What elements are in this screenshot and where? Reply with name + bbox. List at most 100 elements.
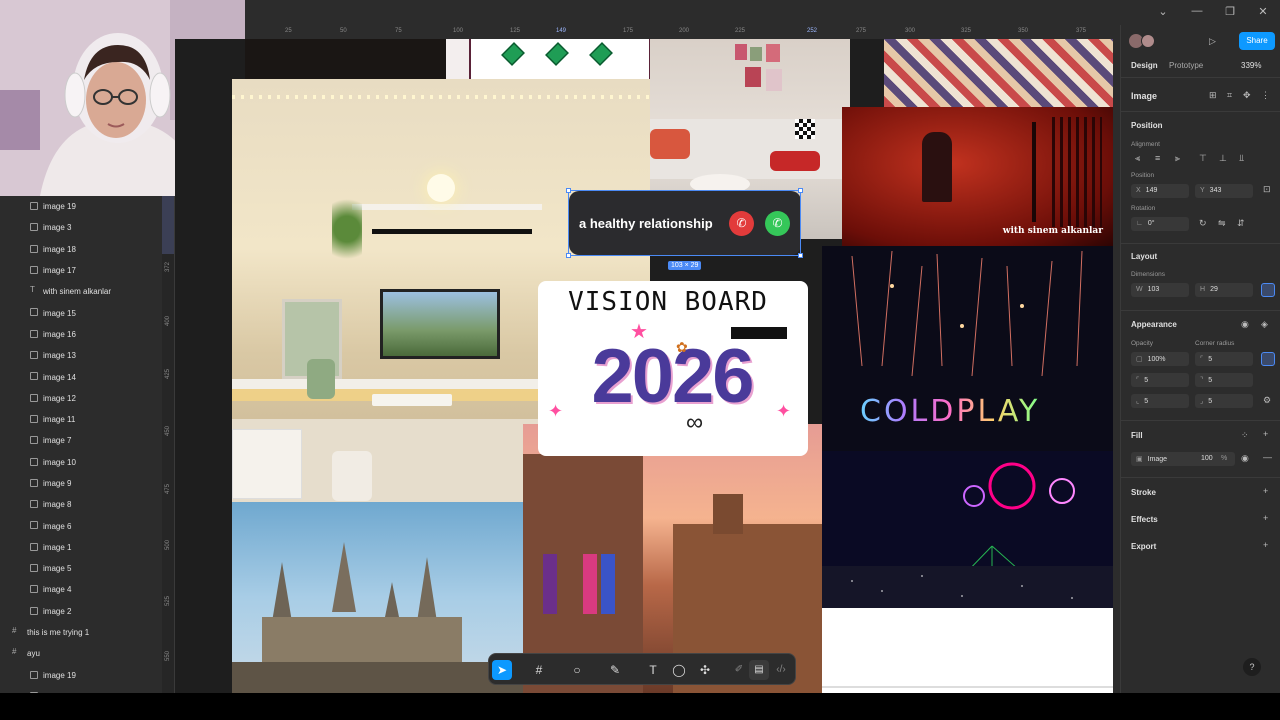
layer-item[interactable]: image 15 bbox=[0, 302, 174, 323]
styles-icon[interactable]: ⁘ bbox=[1241, 430, 1249, 441]
bow-sticker: ✦ bbox=[548, 401, 564, 421]
component-icon[interactable]: ✥ bbox=[1243, 90, 1251, 101]
align-top-icon[interactable]: ⊤ bbox=[1199, 153, 1207, 164]
layer-item[interactable]: image 19 bbox=[0, 665, 174, 686]
layer-item[interactable]: image 12 bbox=[0, 388, 174, 409]
move-tool-icon[interactable]: ➤ bbox=[492, 660, 512, 680]
width-field[interactable]: W 103 bbox=[1131, 283, 1189, 297]
corner-tr-field[interactable]: ⌝ 5 bbox=[1195, 373, 1253, 387]
align-bottom-icon[interactable]: ⫫ bbox=[1239, 153, 1244, 164]
selection-handle-tr[interactable] bbox=[798, 188, 803, 193]
pen-tool-icon[interactable]: ✎ bbox=[605, 660, 625, 680]
layer-item[interactable]: # this is me trying 1 bbox=[0, 622, 174, 643]
dev-mode-icon[interactable]: ‹/› bbox=[771, 660, 791, 680]
resources-tool-icon[interactable]: ✣ bbox=[695, 660, 715, 680]
align-center-icon[interactable]: ≡ bbox=[1155, 153, 1160, 163]
selection-handle-bl[interactable] bbox=[566, 253, 571, 258]
zoom-level[interactable]: 339% bbox=[1241, 61, 1261, 70]
draw-mode-icon[interactable]: ✐ bbox=[729, 660, 749, 680]
vision-board-card[interactable]: VISION BOARD 2026 ★ ✿ ∞ ✦ ✦ bbox=[538, 281, 808, 456]
grid-icon[interactable]: ⊞ bbox=[1209, 90, 1217, 101]
image-rug[interactable] bbox=[884, 39, 1113, 107]
share-button[interactable]: Share bbox=[1239, 32, 1275, 50]
corner-br-field[interactable]: ⌟ 5 bbox=[1195, 394, 1253, 408]
play-icon[interactable]: ▷ bbox=[1209, 36, 1216, 47]
minimize-icon[interactable]: — bbox=[1187, 5, 1207, 17]
blend-icon[interactable]: ◈ bbox=[1261, 319, 1268, 330]
align-right-icon[interactable]: ⫸ bbox=[1175, 153, 1180, 164]
eye-icon[interactable]: ◉ bbox=[1241, 319, 1249, 330]
layer-item[interactable]: image 19 bbox=[0, 196, 174, 217]
layer-item[interactable]: image 13 bbox=[0, 345, 174, 366]
selection-box[interactable] bbox=[568, 190, 801, 256]
selection-handle-tl[interactable] bbox=[566, 188, 571, 193]
rotation-field[interactable]: ∟ 0° bbox=[1131, 217, 1189, 231]
design-canvas[interactable]: LIVE STREAM with sinem alkanlar bbox=[175, 39, 1113, 693]
add-export-icon[interactable]: + bbox=[1263, 540, 1268, 550]
layer-item[interactable]: image 7 bbox=[0, 430, 174, 451]
add-effect-icon[interactable]: + bbox=[1263, 513, 1268, 523]
layer-item[interactable]: image 1 bbox=[0, 537, 174, 558]
comment-tool-icon[interactable]: ◯ bbox=[669, 660, 689, 680]
layer-item[interactable]: image 17 bbox=[0, 260, 174, 281]
layer-item[interactable]: image 5 bbox=[0, 558, 174, 579]
layer-item[interactable]: image 3 bbox=[0, 217, 174, 238]
layer-item[interactable]: image 8 bbox=[0, 494, 174, 515]
layer-item[interactable]: image 2 bbox=[0, 601, 174, 622]
layer-item[interactable]: image 14 bbox=[0, 366, 174, 387]
appearance-heading: Appearance bbox=[1131, 320, 1177, 329]
constraints-icon[interactable]: ⊡ bbox=[1263, 184, 1271, 195]
layer-item[interactable]: image 9 bbox=[0, 473, 174, 494]
x-field[interactable]: X 149 bbox=[1131, 184, 1189, 198]
add-stroke-icon[interactable]: + bbox=[1263, 486, 1268, 496]
rotate-icon[interactable]: ↻ bbox=[1199, 218, 1207, 229]
y-field[interactable]: Y 343 bbox=[1195, 184, 1253, 198]
layer-item[interactable]: image 11 bbox=[0, 409, 174, 430]
selection-handle-br[interactable] bbox=[798, 253, 803, 258]
align-left-icon[interactable]: ⫷ bbox=[1135, 153, 1140, 164]
image-coldplay[interactable]: COLDPLAY bbox=[822, 246, 1113, 608]
shape-tool-icon[interactable]: ○ bbox=[567, 660, 587, 680]
crop-icon[interactable]: ⌗ bbox=[1227, 90, 1232, 101]
layer-item[interactable]: image 6 bbox=[0, 515, 174, 536]
tab-design[interactable]: Design bbox=[1131, 61, 1158, 70]
image-concert[interactable]: with sinem alkanlar bbox=[842, 107, 1113, 248]
corner-bl-field[interactable]: ⌞ 5 bbox=[1131, 394, 1189, 408]
chevron-down-icon[interactable]: ⌄ bbox=[1153, 5, 1173, 18]
design-mode-icon[interactable]: ▤ bbox=[749, 660, 769, 680]
more-icon[interactable]: ⋮ bbox=[1261, 90, 1270, 101]
corner-radius-field[interactable]: ⌜ 5 bbox=[1195, 352, 1253, 366]
layer-item[interactable]: image 16 bbox=[0, 324, 174, 345]
layer-item[interactable]: image 18 bbox=[0, 239, 174, 260]
layer-item[interactable]: image 17 bbox=[0, 686, 174, 693]
frame-tool-icon[interactable]: # bbox=[529, 660, 549, 680]
fill-row[interactable]: ▣ Image 100% bbox=[1131, 452, 1235, 466]
help-button[interactable]: ? bbox=[1243, 658, 1261, 676]
layer-item[interactable]: # ayu bbox=[0, 643, 174, 664]
avatar-2[interactable] bbox=[1141, 34, 1155, 48]
fill-visibility-icon[interactable]: ◉ bbox=[1241, 453, 1249, 464]
height-field[interactable]: H 29 bbox=[1195, 283, 1253, 297]
opacity-field[interactable]: ▢ 100% bbox=[1131, 352, 1189, 366]
tab-prototype[interactable]: Prototype bbox=[1169, 61, 1203, 70]
independent-corners-button[interactable] bbox=[1261, 352, 1275, 366]
layer-item[interactable]: image 10 bbox=[0, 452, 174, 473]
constrain-proportions-button[interactable] bbox=[1261, 283, 1275, 297]
corner-tl-field[interactable]: ⌜ 5 bbox=[1131, 373, 1189, 387]
flip-horizontal-icon[interactable]: ⇋ bbox=[1218, 218, 1226, 229]
restore-icon[interactable]: ❐ bbox=[1220, 5, 1240, 18]
add-fill-icon[interactable]: + bbox=[1263, 429, 1268, 439]
image-castle[interactable] bbox=[232, 502, 523, 693]
text-tool-icon[interactable]: T bbox=[643, 660, 663, 680]
layer-item[interactable]: Twith sinem alkanlar bbox=[0, 281, 174, 302]
image-night-city[interactable] bbox=[245, 39, 446, 79]
close-icon[interactable]: ✕ bbox=[1253, 5, 1273, 18]
opacity-label: Opacity bbox=[1131, 340, 1154, 347]
remove-fill-icon[interactable]: — bbox=[1263, 452, 1272, 462]
layer-item[interactable]: image 4 bbox=[0, 579, 174, 600]
layout-heading: Layout bbox=[1131, 252, 1158, 261]
flip-vertical-icon[interactable]: ⇵ bbox=[1237, 218, 1245, 229]
dimensions-label: Dimensions bbox=[1131, 271, 1165, 278]
corner-settings-icon[interactable]: ⚙ bbox=[1263, 395, 1271, 406]
align-middle-icon[interactable]: ⊥ bbox=[1219, 153, 1227, 164]
